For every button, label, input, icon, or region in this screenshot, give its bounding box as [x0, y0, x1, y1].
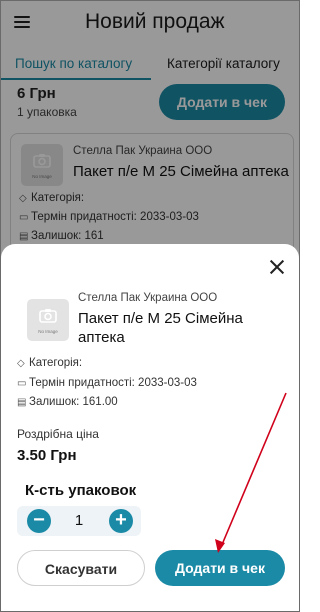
app-frame: Новий продаж Пошук по каталогу Категорії… — [0, 0, 300, 612]
annotation-arrow — [215, 392, 287, 553]
